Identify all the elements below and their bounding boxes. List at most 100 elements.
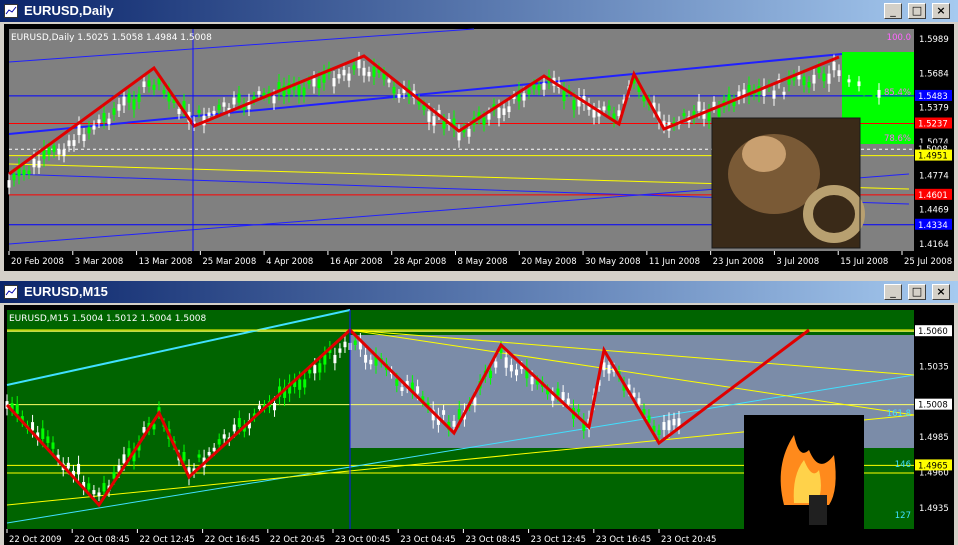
- candle-body: [22, 169, 26, 176]
- candle-body: [489, 370, 493, 379]
- time-axis-label: 16 Apr 2008: [330, 257, 383, 267]
- candle-body: [561, 392, 565, 401]
- candle-body: [367, 71, 371, 77]
- candle-body: [482, 117, 486, 125]
- titlebar-m15[interactable]: EURUSD,M15 _ □ ×: [0, 281, 958, 303]
- minimize-button[interactable]: _: [884, 3, 902, 19]
- candle-body: [400, 387, 404, 392]
- candle-body: [182, 452, 186, 461]
- candle-body: [332, 78, 336, 87]
- candle-body: [32, 158, 36, 168]
- titlebar-daily[interactable]: EURUSD,Daily _ □ ×: [0, 0, 958, 22]
- price-axis-label: 1.4935: [919, 504, 949, 514]
- fib-level-label: 127: [895, 511, 911, 521]
- candle-body: [122, 96, 126, 106]
- time-axis-label: 22 Oct 12:45: [139, 535, 194, 545]
- time-axis-label: 23 Oct 08:45: [465, 535, 520, 545]
- candle-body: [162, 90, 166, 94]
- candle-body: [667, 420, 671, 431]
- candle-body: [72, 140, 76, 146]
- candle-body: [87, 127, 91, 134]
- candle-body: [515, 369, 519, 376]
- candle-body: [87, 483, 91, 490]
- candle-body: [27, 170, 31, 175]
- candle-body: [272, 96, 276, 104]
- candle-body: [97, 119, 101, 124]
- close-button[interactable]: ×: [932, 3, 950, 19]
- candle-body: [392, 86, 396, 94]
- candle-body: [41, 428, 45, 439]
- daily-price-chart[interactable]: EURUSD,Daily 1.5025 1.5058 1.4984 1.5008…: [4, 24, 954, 271]
- candle-body: [556, 388, 560, 396]
- candle-body: [273, 403, 277, 411]
- candle-body: [92, 125, 96, 130]
- candle-body: [298, 379, 302, 390]
- candle-body: [364, 354, 368, 363]
- candle-body: [857, 81, 861, 87]
- candle-body: [822, 73, 826, 82]
- candle-body: [232, 424, 236, 432]
- candle-body: [362, 67, 366, 76]
- candle-body: [207, 112, 211, 116]
- minimize-button[interactable]: _: [884, 284, 902, 300]
- time-axis-label: 22 Oct 2009: [9, 535, 62, 545]
- maximize-button[interactable]: □: [908, 3, 926, 19]
- price-tag: 1.4965: [918, 461, 948, 471]
- chart-window-icon: [4, 4, 18, 18]
- photo-bonfire: [744, 415, 864, 529]
- price-axis-label: 1.4469: [919, 206, 949, 216]
- candle-body: [504, 357, 508, 368]
- candle-body: [317, 78, 321, 89]
- candle-body: [532, 84, 536, 90]
- candle-body: [197, 454, 201, 458]
- candle-body: [812, 74, 816, 84]
- candle-body: [662, 422, 666, 430]
- candle-body: [257, 91, 261, 95]
- time-axis-label: 22 Oct 08:45: [74, 535, 129, 545]
- candle-body: [212, 110, 216, 115]
- candle-body: [97, 492, 101, 497]
- candle-body: [142, 81, 146, 88]
- candle-body: [387, 79, 391, 83]
- candle-body: [297, 85, 301, 96]
- price-tag: 1.4334: [918, 221, 948, 231]
- time-axis-label: 25 Mar 2008: [202, 257, 256, 267]
- candle-body: [107, 118, 111, 125]
- price-tag: 1.5008: [918, 401, 948, 411]
- candle-body: [782, 91, 786, 95]
- candle-body: [197, 110, 201, 114]
- candle-body: [432, 116, 436, 126]
- window-title: EURUSD,M15: [24, 284, 108, 299]
- candle-body: [302, 87, 306, 96]
- candle-body: [137, 93, 141, 102]
- price-tag: 1.4601: [918, 191, 948, 201]
- time-axis-label: 23 Oct 16:45: [596, 535, 651, 545]
- time-axis-label: 22 Oct 16:45: [205, 535, 260, 545]
- candle-body: [217, 104, 221, 111]
- time-axis-label: 20 Feb 2008: [11, 257, 64, 267]
- candle-body: [842, 65, 846, 72]
- candle-body: [177, 108, 181, 114]
- candle-body: [152, 424, 156, 430]
- candle-body: [342, 69, 346, 76]
- candle-body: [457, 409, 461, 420]
- candle-body: [352, 65, 356, 70]
- candle-body: [217, 439, 221, 445]
- candle-body: [337, 74, 341, 79]
- maximize-button[interactable]: □: [908, 284, 926, 300]
- price-tag: 1.5483: [918, 92, 948, 102]
- candle-body: [827, 73, 831, 84]
- window-m15: EURUSD,M15 _ □ × EURUSD,M15 1.5004 1.501…: [0, 281, 958, 545]
- close-button[interactable]: ×: [932, 284, 950, 300]
- m15-price-chart[interactable]: EURUSD,M15 1.5004 1.5012 1.5004 1.5008 1…: [4, 305, 954, 545]
- candle-body: [872, 87, 876, 97]
- candle-body: [522, 93, 526, 101]
- price-tag: 1.5060: [918, 327, 948, 337]
- time-axis-label: 4 Apr 2008: [266, 257, 313, 267]
- candle-body: [832, 61, 836, 71]
- candle-body: [323, 354, 327, 365]
- candle-body: [467, 128, 471, 137]
- candle-body: [102, 483, 106, 492]
- candle-body: [397, 93, 401, 98]
- candle-body: [507, 106, 511, 113]
